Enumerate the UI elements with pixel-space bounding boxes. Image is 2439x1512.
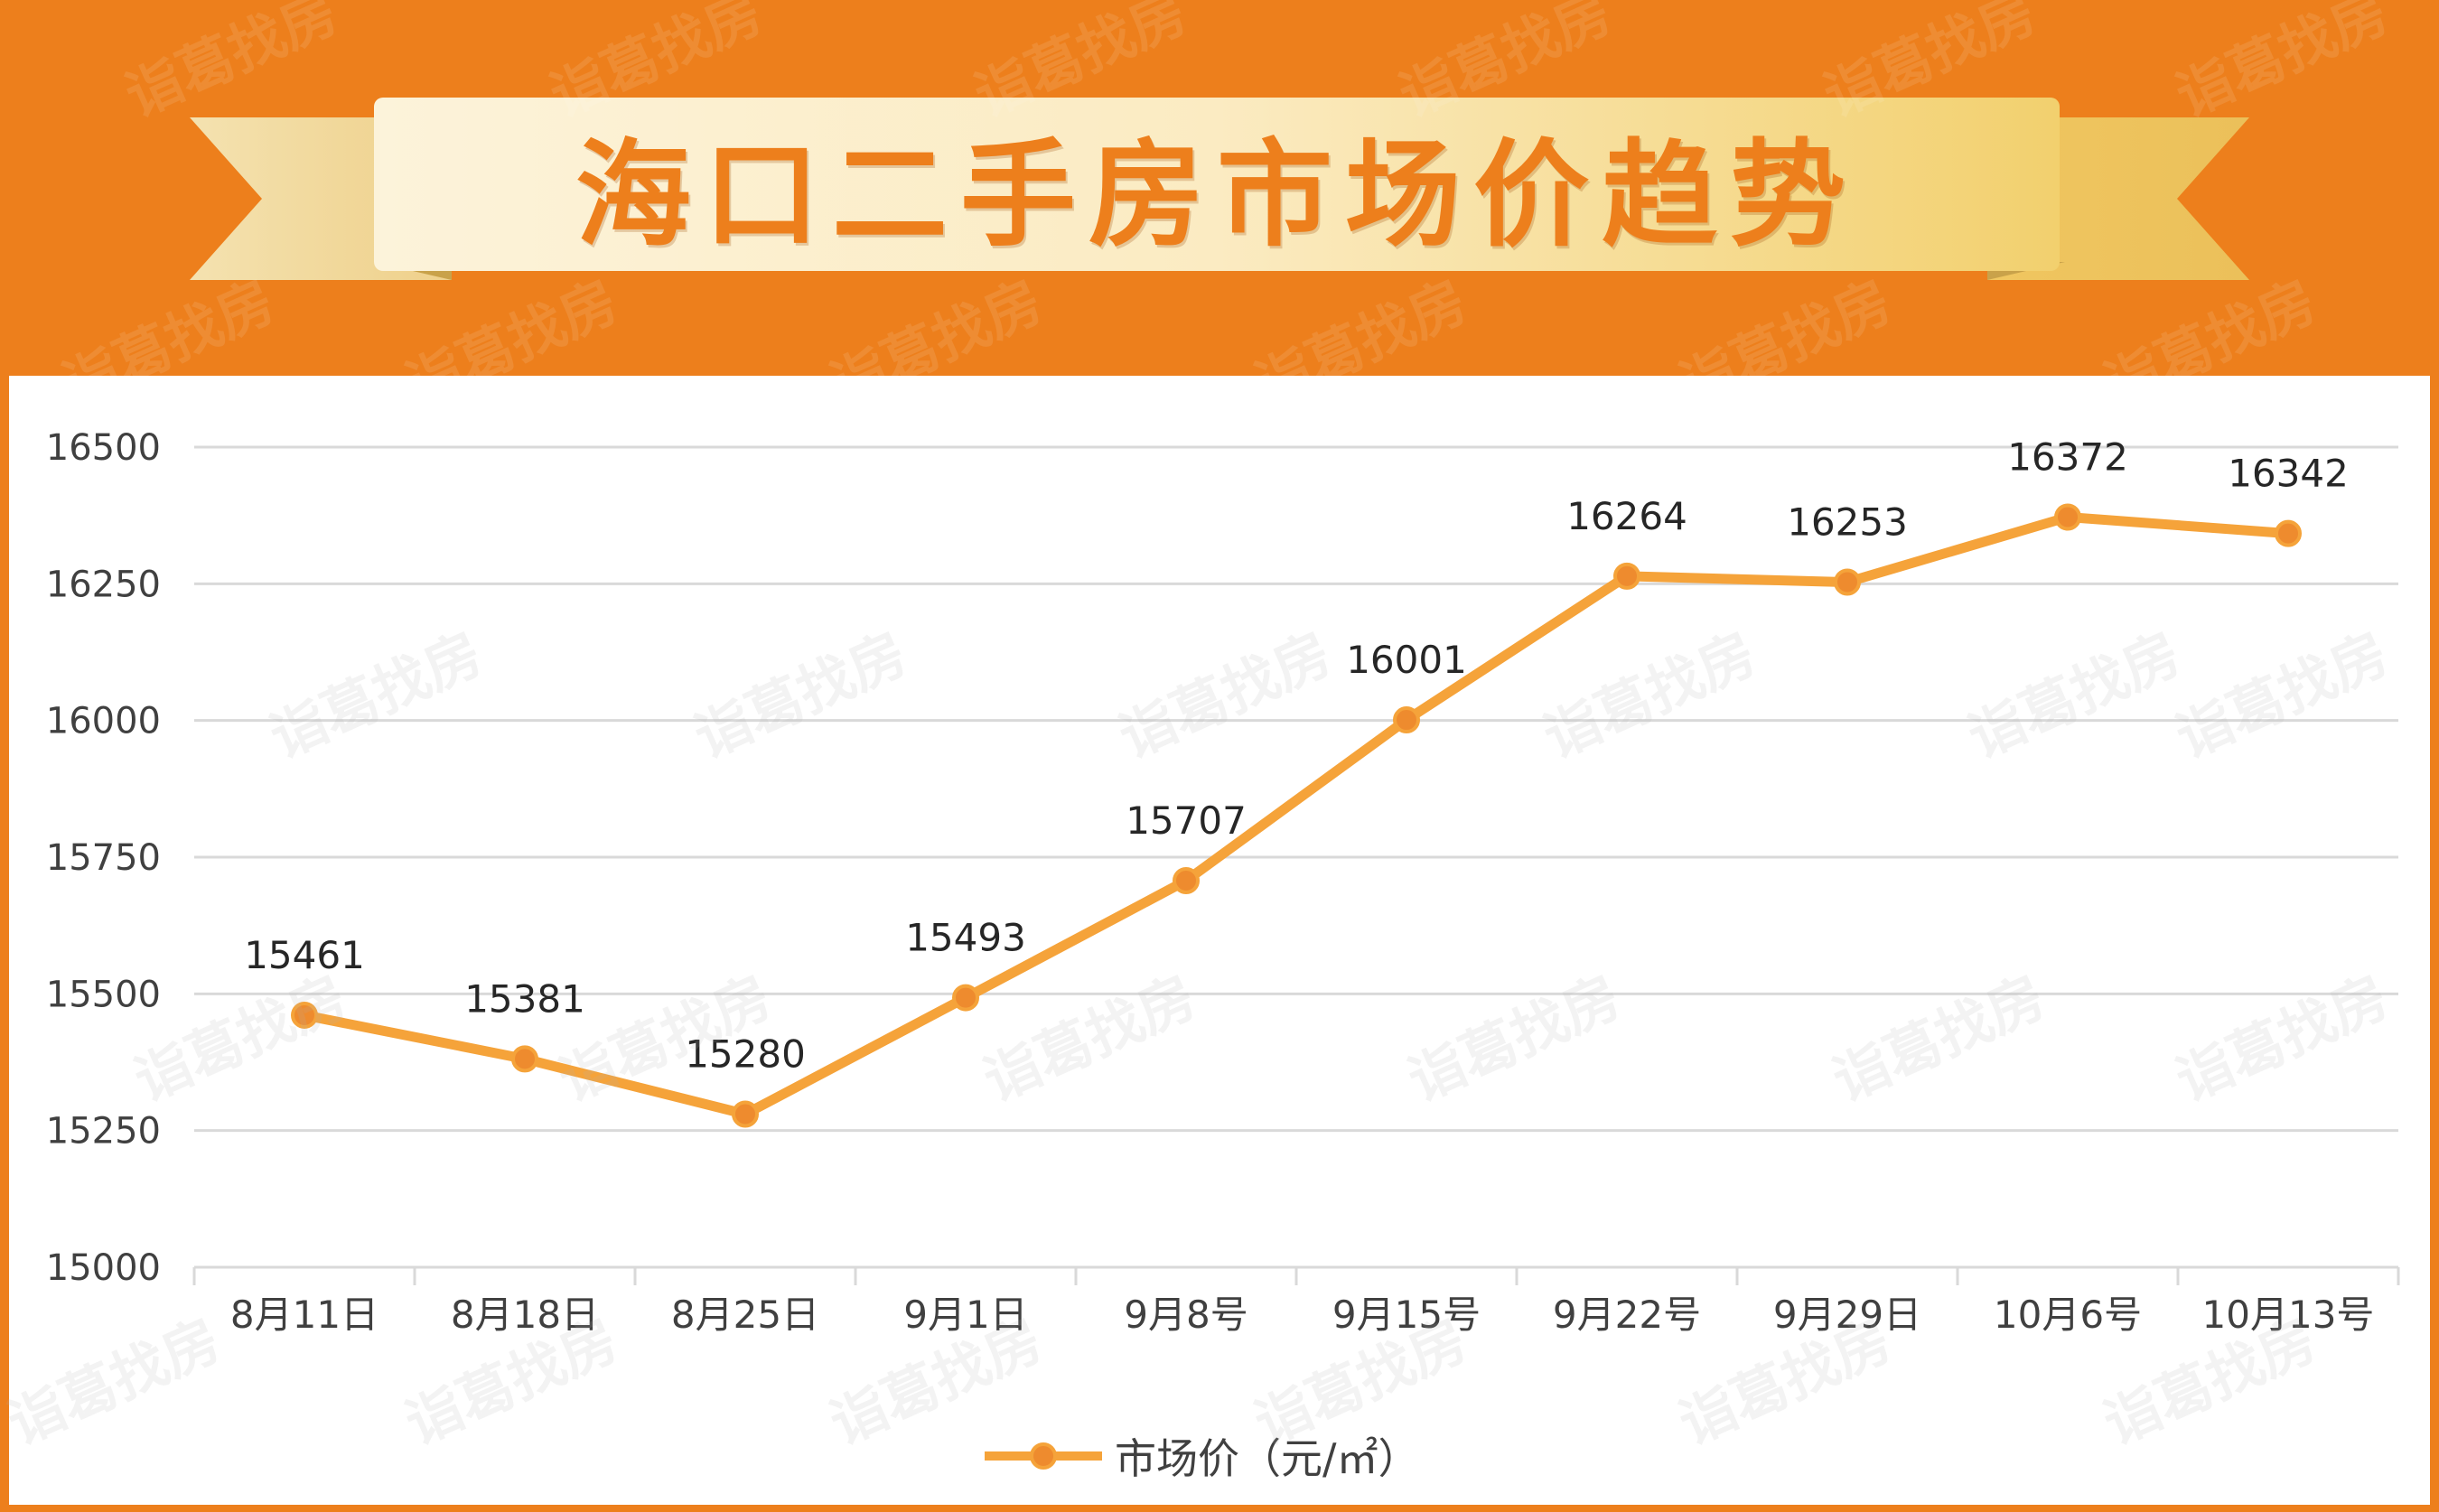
x-tick-label: 10月13号	[2202, 1293, 2375, 1337]
data-point	[1613, 562, 1640, 590]
data-point	[1834, 568, 1861, 596]
x-tick-label: 9月1日	[903, 1293, 1027, 1337]
data-point	[2054, 503, 2081, 531]
y-axis-ticks: 16500 16250 16000 15750 15500 15250 15000	[46, 427, 161, 1289]
x-tick-label: 9月22号	[1553, 1293, 1701, 1337]
y-tick-label: 15500	[46, 974, 161, 1015]
infographic-frame: 海口二手房市场价趋势 16500 16250 16000 15750 15500 1525…	[0, 0, 2439, 1512]
y-tick-label: 15250	[46, 1111, 161, 1153]
y-tick-label: 15750	[46, 837, 161, 879]
y-tick-label: 16500	[46, 427, 161, 469]
gridlines	[194, 445, 2398, 1133]
legend-label: 市场价（元/㎡）	[1115, 1434, 1420, 1483]
data-label: 15493	[905, 916, 1026, 960]
x-tick-label: 9月8号	[1124, 1293, 1248, 1337]
data-point	[291, 1001, 318, 1029]
data-label: 15707	[1126, 798, 1247, 843]
data-label: 16264	[1566, 494, 1687, 538]
series-line	[299, 511, 2294, 1120]
chart-legend: 市场价（元/㎡）	[985, 1427, 1420, 1485]
series-markers	[291, 503, 2302, 1128]
y-tick-label: 15000	[46, 1247, 161, 1289]
data-label: 16372	[2007, 434, 2128, 479]
data-label: 15461	[244, 933, 365, 977]
data-label: 15381	[464, 976, 585, 1021]
data-label: 16253	[1787, 500, 1908, 545]
x-tick-label: 8月25日	[671, 1293, 819, 1337]
x-tick-label: 10月6号	[1994, 1293, 2142, 1337]
x-tick-label: 8月18日	[451, 1293, 599, 1337]
x-axis: 8月11日 8月18日 8月25日 9月1日 9月8号 9月15号 9月22号 9月29日 10…	[192, 1265, 2400, 1337]
data-point	[952, 984, 979, 1012]
data-point	[2275, 519, 2302, 547]
data-label: 16342	[2228, 452, 2349, 496]
data-label: 15280	[685, 1032, 806, 1077]
data-point	[1173, 867, 1200, 895]
data-point	[1393, 706, 1420, 734]
legend-swatch	[985, 1442, 1102, 1470]
x-tick-label: 8月11日	[230, 1293, 378, 1337]
data-point	[511, 1045, 538, 1073]
y-tick-label: 16000	[46, 701, 161, 742]
data-point	[732, 1100, 759, 1128]
x-tick-label: 9月29日	[1773, 1293, 1921, 1337]
series-line-layer	[299, 511, 2294, 1120]
line-chart: 16500 16250 16000 15750 15500 15250 15000 8月11…	[46, 427, 2400, 1337]
data-label: 16001	[1346, 638, 1467, 682]
y-tick-label: 16250	[46, 564, 161, 605]
x-tick-label: 9月15号	[1332, 1293, 1481, 1337]
